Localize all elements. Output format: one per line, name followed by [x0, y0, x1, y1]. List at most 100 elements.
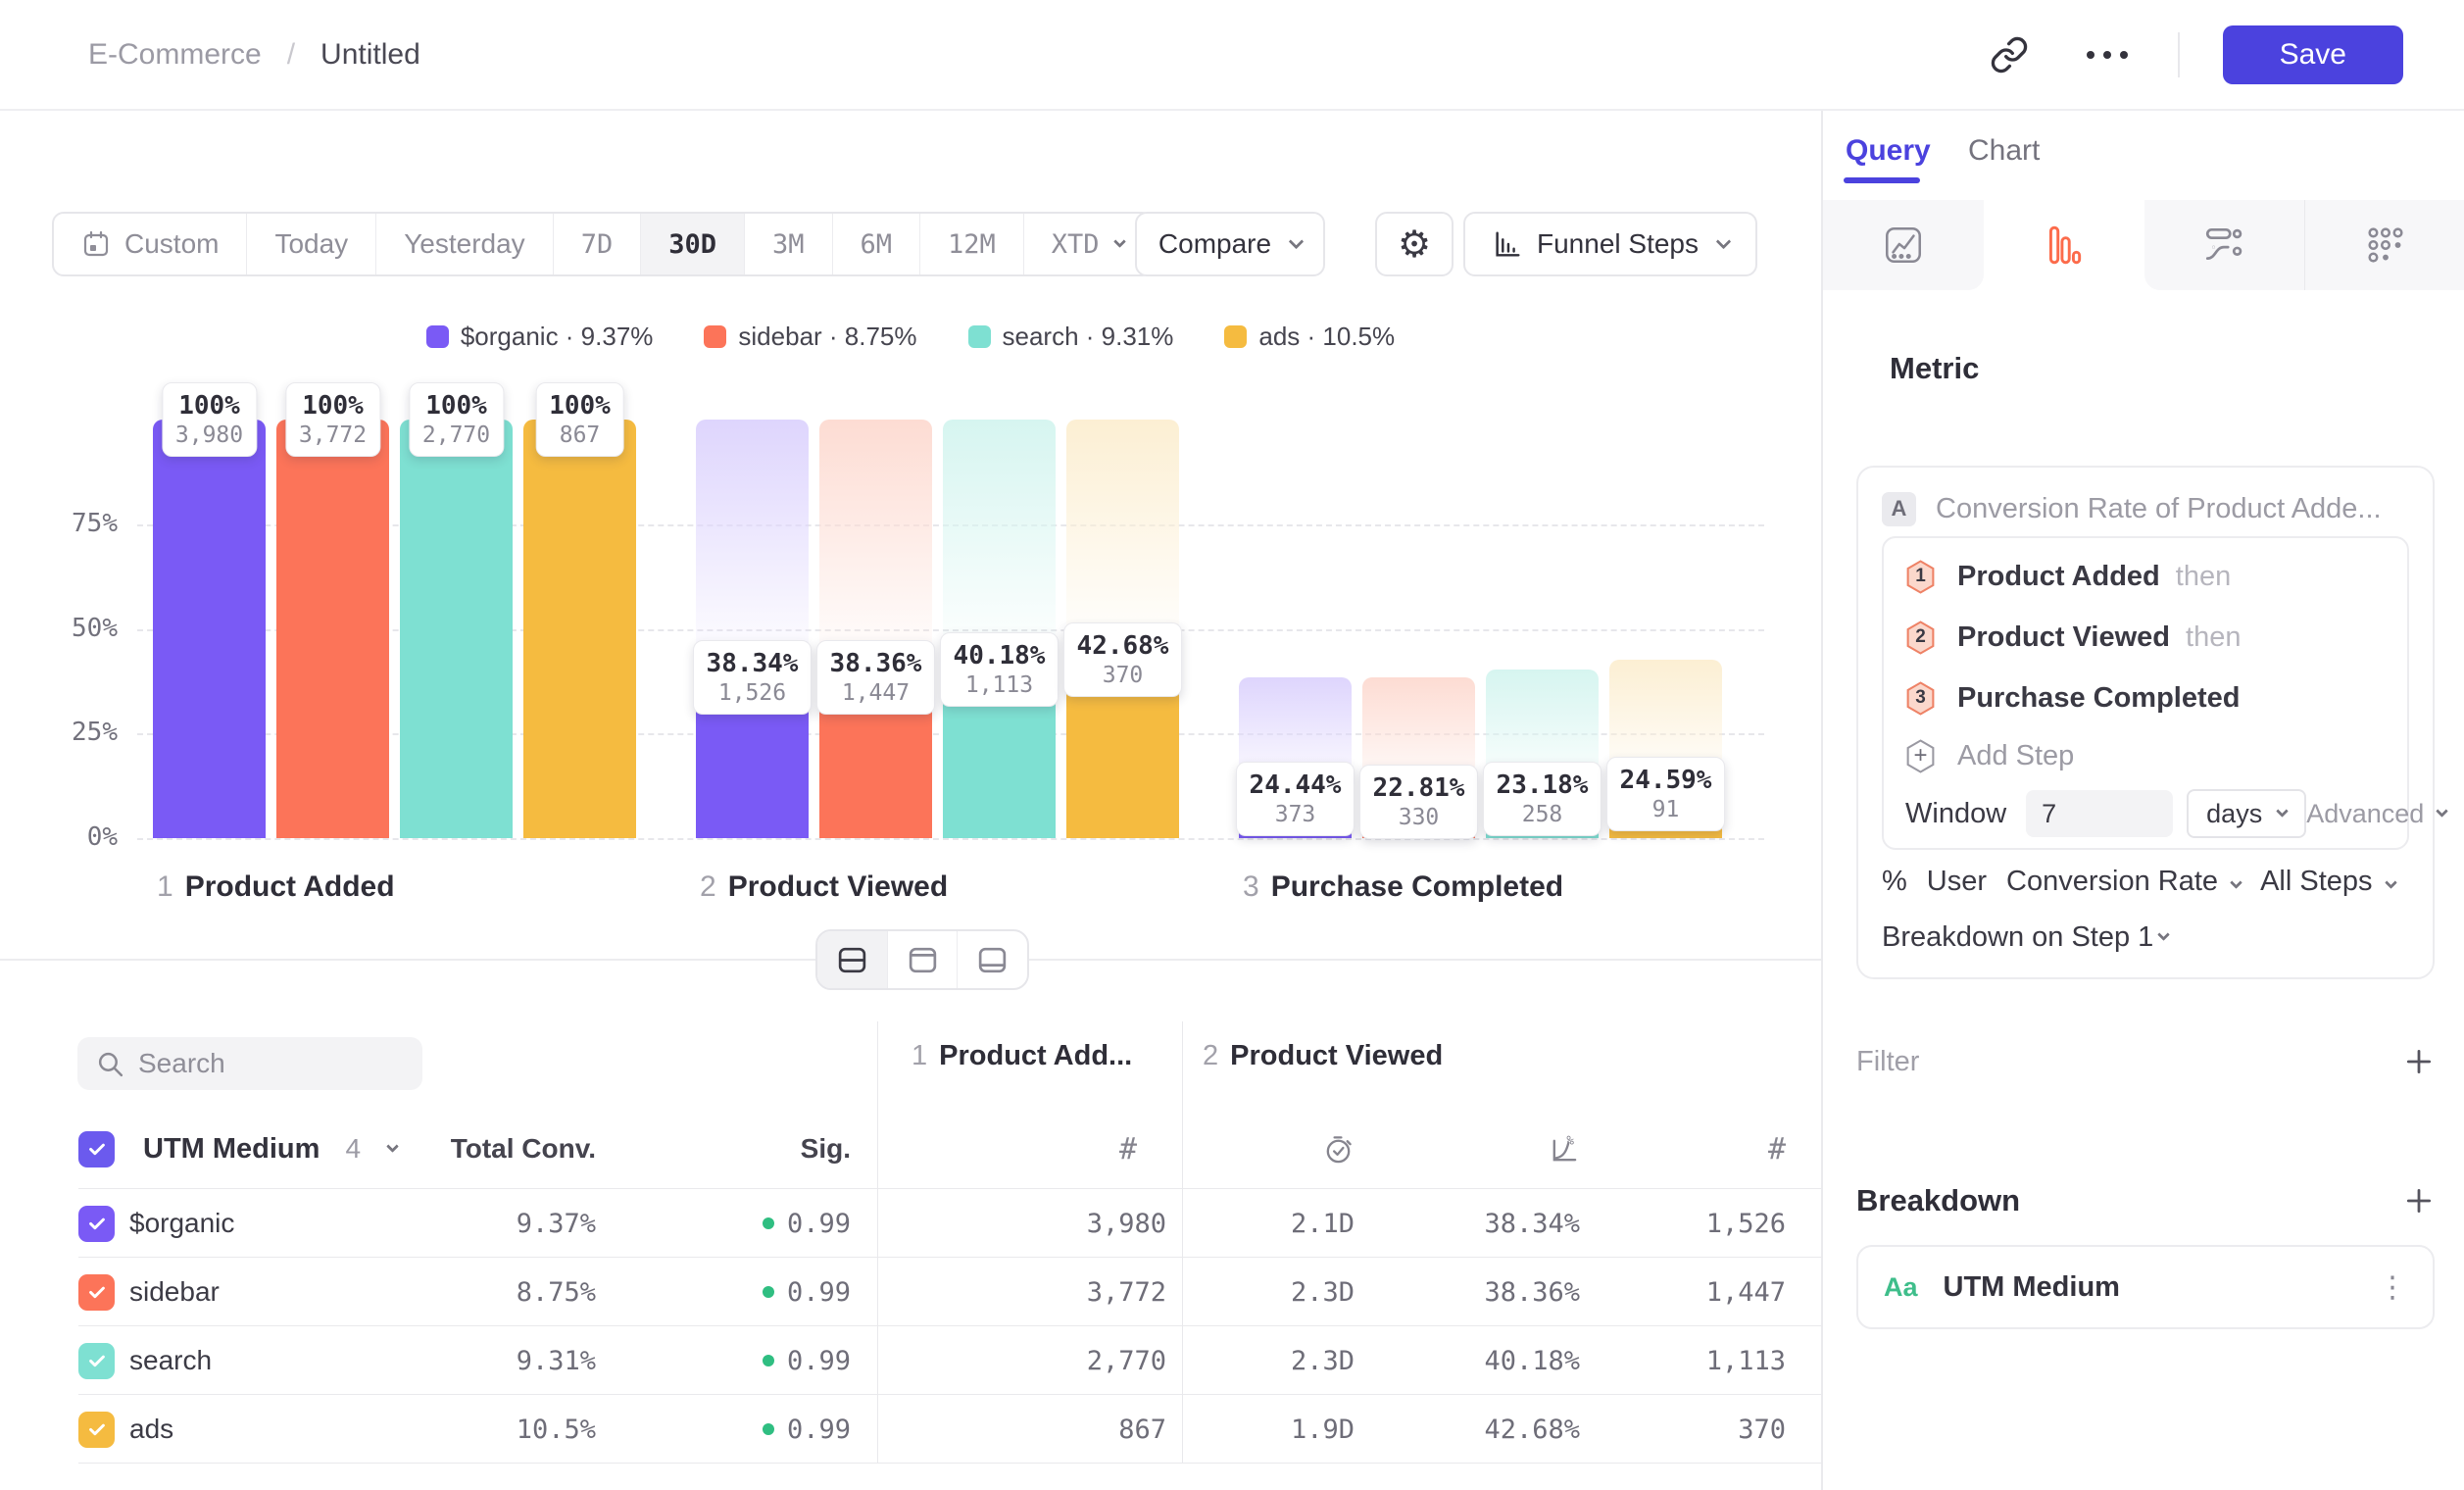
window-value-input[interactable]	[2026, 790, 2173, 837]
step2-avg-time-cell: 2.3D	[1186, 1326, 1355, 1395]
y-axis-tick: 75%	[39, 509, 118, 538]
kebab-menu-icon[interactable]: ⋮	[2378, 1270, 2407, 1305]
step-title: Product Add...	[939, 1040, 1132, 1072]
bar-value-label: 100%3,772	[285, 382, 380, 457]
search-input[interactable]	[77, 1037, 422, 1090]
sig-label: Sig.	[801, 1133, 851, 1165]
table-step2-header[interactable]: 2 Product Viewed	[1203, 1040, 1443, 1072]
bar-value-label: 100%3,980	[162, 382, 257, 457]
layout-chart-only-button[interactable]	[887, 931, 958, 988]
step2-rate-header[interactable]: %	[1402, 1120, 1580, 1177]
chevron-down-icon	[2276, 805, 2289, 818]
step2-avg-time-cell: 2.1D	[1186, 1189, 1355, 1258]
check-icon	[85, 1137, 109, 1161]
bar-value-label: 22.81%330	[1359, 765, 1479, 839]
step-event-name: Purchase Completed	[1957, 682, 2240, 715]
report-type-insights[interactable]	[1823, 200, 1984, 290]
bar-percent: 100%	[175, 390, 243, 422]
metric-summary[interactable]: A Conversion Rate of Product Adde...	[1882, 481, 2409, 536]
tab-query[interactable]: Query	[1846, 134, 1931, 168]
layout-table-only-button[interactable]	[957, 931, 1027, 988]
report-type-flows[interactable]	[2144, 200, 2305, 290]
step2-count-header[interactable]: #	[1617, 1120, 1786, 1177]
funnel-bar-search-step1[interactable]	[400, 420, 513, 838]
window-unit-label: days	[2206, 799, 2262, 829]
step1-count-header[interactable]: #	[882, 1120, 1137, 1177]
breakdown-item[interactable]: Aa UTM Medium ⋮	[1856, 1245, 2435, 1329]
total-conv-header[interactable]: Total Conv.	[431, 1120, 596, 1177]
funnel-bar-sidebar-step1[interactable]	[276, 420, 389, 838]
measurement-row: % User Conversion Rate All Steps	[1882, 850, 2409, 913]
row-checkbox[interactable]	[78, 1206, 115, 1242]
tab-chart[interactable]: Chart	[1968, 134, 2040, 168]
step-hexagon-badge: 3	[1905, 681, 1936, 716]
step1-count-value: 867	[1118, 1415, 1166, 1445]
funnel-bar-organic-step1[interactable]	[153, 420, 266, 838]
time-to-convert-icon	[1322, 1133, 1355, 1166]
step2-rate-cell: 38.36%	[1402, 1258, 1580, 1326]
link-icon	[1990, 35, 2029, 74]
bar-count: 258	[1497, 801, 1589, 828]
funnels-icon	[2042, 223, 2087, 268]
select-all-checkbox[interactable]	[78, 1131, 115, 1167]
add-filter-button[interactable]	[2403, 1046, 2435, 1077]
step-number: 3	[1905, 681, 1936, 716]
copy-link-button[interactable]	[1982, 27, 2037, 82]
row-checkbox[interactable]	[78, 1274, 115, 1311]
significance-cell: 0.99	[637, 1395, 851, 1464]
add-breakdown-button[interactable]	[2403, 1185, 2435, 1217]
window-label: Window	[1905, 798, 2006, 830]
bar-count: 373	[1250, 801, 1342, 828]
measure-user[interactable]: User	[1927, 866, 1987, 898]
bar-value-label: 40.18%1,113	[940, 632, 1060, 707]
layout-split-button[interactable]	[817, 931, 887, 988]
metric-step-2[interactable]: 2Product Viewedthen	[1905, 607, 2386, 668]
bar-value-label: 23.18%258	[1483, 762, 1602, 836]
breadcrumb-title[interactable]: Untitled	[320, 38, 420, 72]
metric-step-1[interactable]: 1Product Addedthen	[1905, 546, 2386, 607]
bar-percent: 38.34%	[707, 648, 799, 679]
more-menu-button[interactable]	[2080, 27, 2135, 82]
breadcrumb-project[interactable]: E-Commerce	[88, 38, 262, 72]
measure-scope-select[interactable]: All Steps	[2260, 866, 2395, 898]
metric-step-3[interactable]: 3 Purchase Completed	[1905, 668, 2386, 728]
add-step-button[interactable]: + Add Step	[1905, 728, 2386, 783]
sig-header[interactable]: Sig.	[637, 1120, 851, 1177]
step2-avg-time-cell: 1.9D	[1186, 1395, 1355, 1464]
significance-dot	[763, 1217, 774, 1229]
breadcrumb: E-Commerce / Untitled	[88, 0, 420, 109]
total-conversion-cell: 9.31%	[431, 1326, 596, 1395]
significance-value: 0.99	[787, 1415, 851, 1445]
chevron-down-icon	[2230, 876, 2242, 889]
row-checkbox[interactable]	[78, 1412, 115, 1448]
metric-letter-badge: A	[1882, 492, 1916, 526]
top-view-icon	[906, 943, 940, 977]
report-type-funnels[interactable]	[1984, 200, 2144, 290]
table-row-search: search9.31%2,7702.3D40.18%1,1130.99	[78, 1325, 1821, 1394]
breakdown-column-header[interactable]: UTM Medium 4	[78, 1120, 397, 1177]
advanced-toggle[interactable]: Advanced	[2306, 799, 2446, 829]
funnel-bar-ads-step1[interactable]	[523, 420, 636, 838]
window-unit-select[interactable]: days	[2187, 789, 2306, 838]
row-name-cell: ads	[78, 1395, 173, 1464]
breakdown-on-step-select[interactable]: Breakdown on Step 1	[1882, 913, 2409, 962]
table-step1-header[interactable]: 1 Product Add...	[912, 1040, 1132, 1072]
retention-icon	[2363, 223, 2408, 268]
query-panel: Query Chart	[1821, 111, 2464, 1490]
check-icon	[85, 1417, 109, 1441]
measure-rate-select[interactable]: Conversion Rate	[2006, 866, 2241, 898]
step2-rate-cell: 42.68%	[1402, 1395, 1580, 1464]
step-name: Product Viewed	[728, 870, 949, 904]
step-hexagon-badge: 2	[1905, 621, 1936, 655]
save-button[interactable]: Save	[2223, 25, 2403, 84]
report-type-retention[interactable]	[2304, 200, 2464, 290]
step2-count-value: 1,113	[1706, 1346, 1786, 1376]
bar-count: 1,447	[830, 679, 922, 707]
chart-step-label-1: 1Product Added	[157, 870, 395, 904]
step2-time-header[interactable]	[1186, 1120, 1355, 1177]
row-checkbox[interactable]	[78, 1343, 115, 1379]
row-label: sidebar	[129, 1276, 220, 1308]
breakdown-on-label: Breakdown on Step 1	[1882, 921, 2153, 954]
step2-avg-time-cell: 2.3D	[1186, 1258, 1355, 1326]
bar-percent: 40.18%	[954, 640, 1046, 671]
